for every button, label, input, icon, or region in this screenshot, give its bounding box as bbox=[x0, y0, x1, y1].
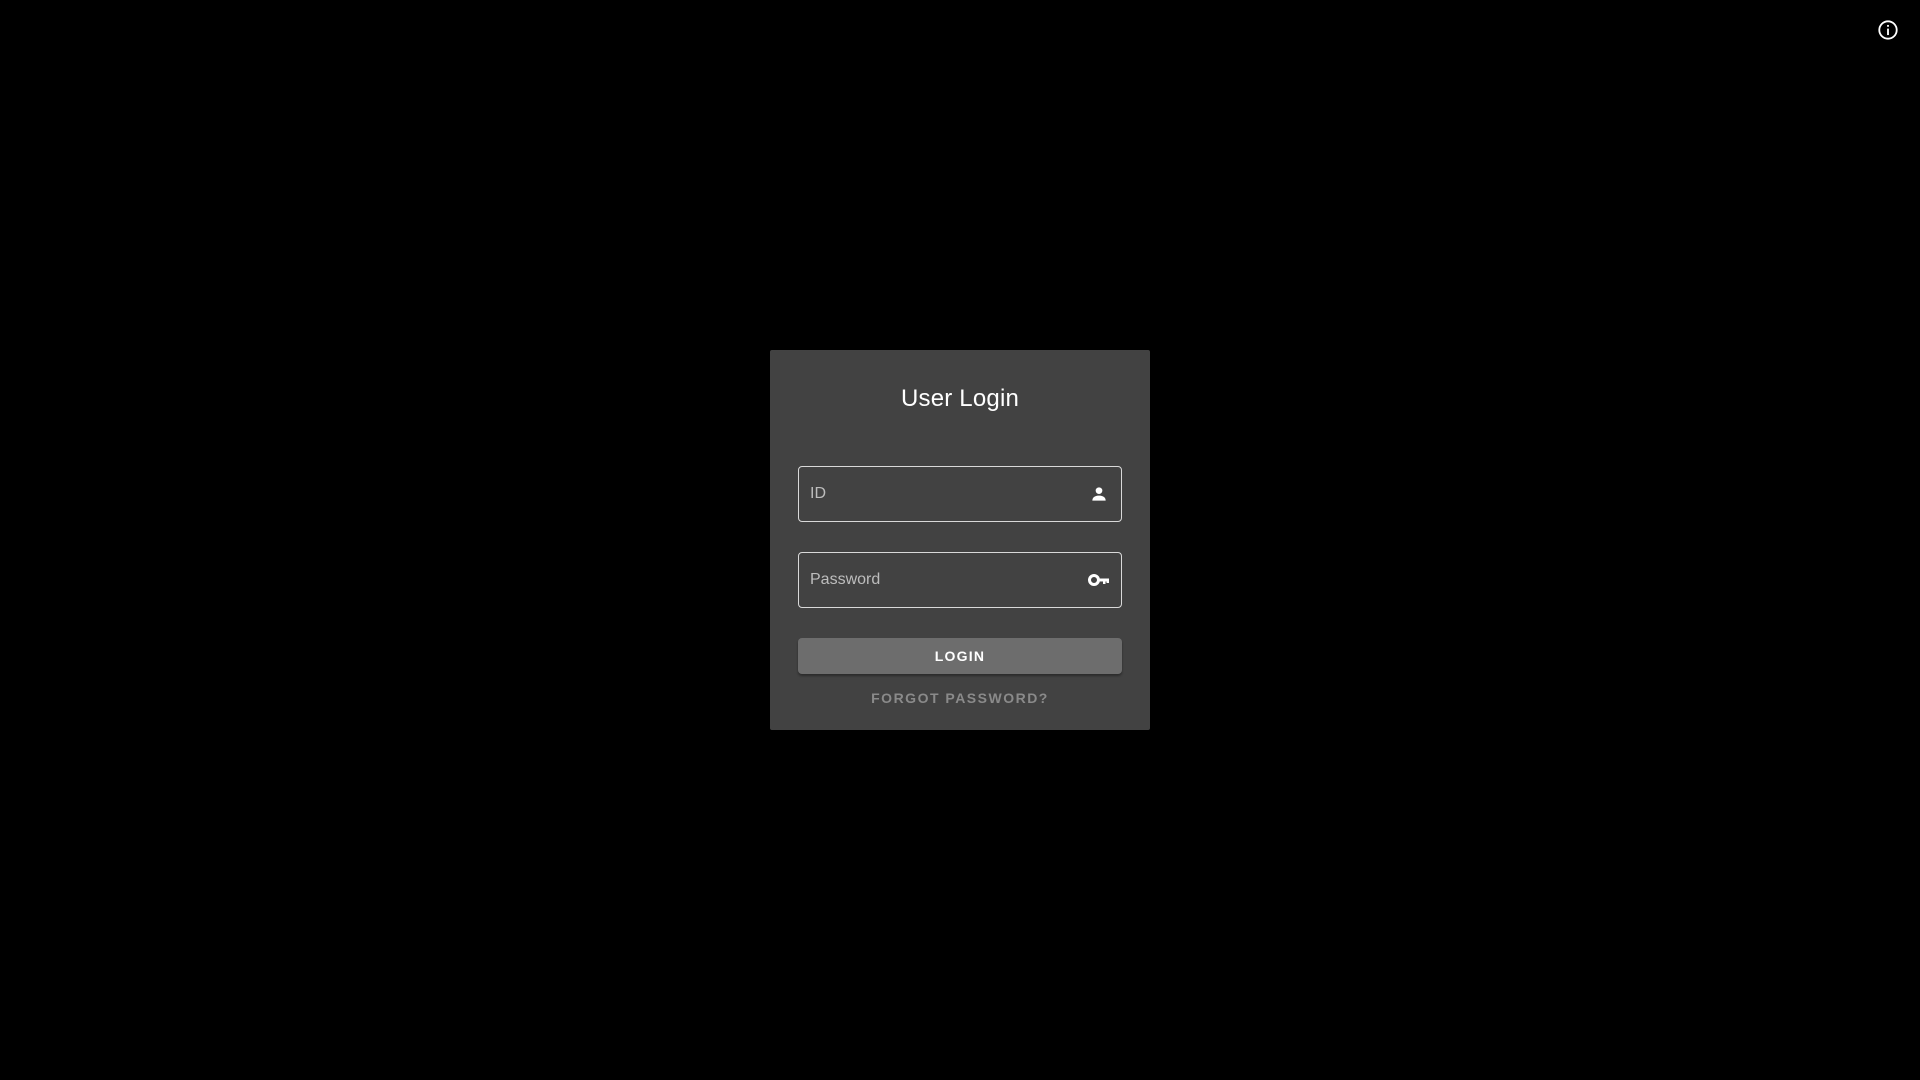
info-circle-icon bbox=[1877, 19, 1899, 46]
password-field[interactable] bbox=[798, 552, 1122, 608]
id-input[interactable] bbox=[799, 467, 1087, 521]
id-field[interactable] bbox=[798, 466, 1122, 522]
login-button[interactable]: LOGIN bbox=[798, 638, 1122, 674]
password-input[interactable] bbox=[799, 553, 1087, 607]
info-button[interactable] bbox=[1876, 19, 1900, 46]
person-icon bbox=[1087, 482, 1111, 506]
login-title: User Login bbox=[900, 385, 1020, 412]
forgot-password-link[interactable]: FORGOT PASSWORD? bbox=[798, 690, 1122, 706]
login-card: User Login LOGIN FORGOT PASSWORD? bbox=[770, 350, 1150, 730]
key-icon bbox=[1087, 568, 1111, 592]
